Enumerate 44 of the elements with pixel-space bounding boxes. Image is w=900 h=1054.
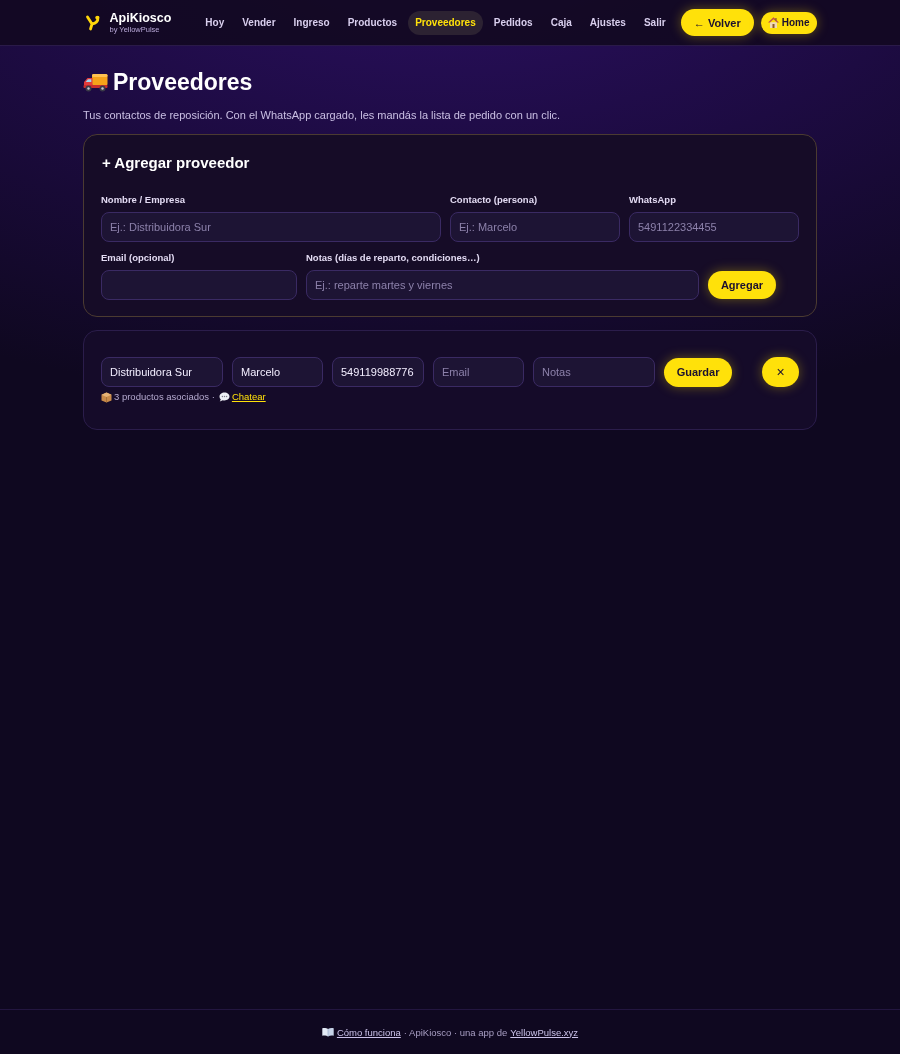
speech-bubble-icon xyxy=(218,392,230,402)
whatsapp-field[interactable]: 5491122334455 xyxy=(629,212,799,242)
nav-link[interactable]: Vender xyxy=(235,10,283,35)
name-field[interactable]: Ej.: Distribuidora Sur xyxy=(101,212,441,242)
nav-link[interactable]: Hoy xyxy=(198,10,232,35)
logo-icon xyxy=(84,14,101,31)
nav-link[interactable]: Productos xyxy=(340,10,405,35)
delete-button[interactable]: × xyxy=(762,357,799,387)
add-button[interactable]: Agregar xyxy=(708,271,776,299)
email-field[interactable]: Email xyxy=(433,357,524,387)
field-label: Contacto (persona) xyxy=(450,194,539,206)
field-label: Nombre / Empresa xyxy=(101,194,186,206)
nav-link[interactable]: Salir xyxy=(636,10,673,35)
house-icon xyxy=(767,17,779,28)
nav-link[interactable]: Ingreso xyxy=(286,10,337,35)
page-title: Proveedores xyxy=(113,68,253,97)
brand-name: ApiKiosco xyxy=(109,11,172,25)
notes-field[interactable]: Ej.: reparte martes y viernes xyxy=(306,270,699,300)
nav-link[interactable]: Pedidos xyxy=(486,10,540,35)
chat-link[interactable]: Chatear xyxy=(231,391,266,403)
truck-icon xyxy=(83,72,108,92)
book-icon xyxy=(321,1027,334,1037)
nav-link[interactable]: Ajustes xyxy=(582,10,633,35)
home-button[interactable]: Home xyxy=(760,11,817,34)
back-button[interactable]: ← Volver xyxy=(680,9,754,36)
field-label: Email (opcional) xyxy=(101,252,176,264)
package-icon xyxy=(101,391,112,403)
footer-text: · ApiKiosco · una app de xyxy=(403,1026,508,1038)
name-field[interactable]: Distribuidora Sur xyxy=(101,357,223,387)
notes-field[interactable]: Notas xyxy=(533,357,655,387)
page-subtitle: Tus contactos de reposición. Con el WhatsApp cargado, les mandás la lista de pedido con un clic. xyxy=(83,108,562,123)
nav-link[interactable]: Caja xyxy=(543,10,579,35)
nav-link[interactable]: Proveedores xyxy=(408,10,483,35)
whatsapp-field[interactable]: 549119988776 xyxy=(332,357,424,387)
products-count: 3 productos asociados · xyxy=(114,391,215,403)
contact-field[interactable]: Ej.: Marcelo xyxy=(450,212,620,242)
field-label: WhatsApp xyxy=(629,194,677,206)
guide-link[interactable]: Cómo funciona xyxy=(336,1026,401,1038)
email-field[interactable] xyxy=(101,270,297,300)
website-link[interactable]: YellowPulse.xyz xyxy=(510,1026,579,1038)
contact-field[interactable]: Marcelo xyxy=(232,357,323,387)
card-title: + Agregar proveedor xyxy=(102,153,251,173)
save-button[interactable]: Guardar xyxy=(664,357,733,387)
field-label: Notas (días de reparto, condiciones…) xyxy=(306,252,481,264)
